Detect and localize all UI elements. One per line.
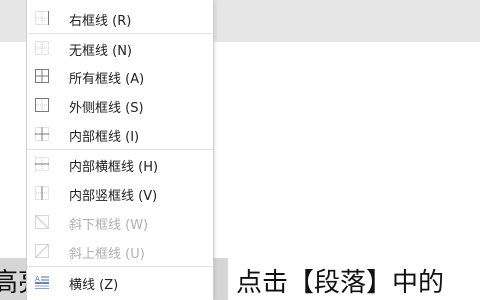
borders-dropdown-menu: 右框线 (R) 无框线 (N) 所有框线 (A) 外侧框线 (S) 内部框线 (… xyxy=(26,0,214,300)
border-inside-icon xyxy=(35,127,49,141)
border-inside-vertical-icon xyxy=(35,186,49,200)
border-right-icon xyxy=(35,11,49,25)
horizontal-line-icon: A xyxy=(35,275,49,289)
menu-item-diagonal-down-border: 斜下框线 (W) xyxy=(27,208,213,236)
border-all-icon xyxy=(35,69,49,83)
border-inside-horizontal-icon xyxy=(35,157,49,171)
menu-item-label: 横线 (Z) xyxy=(69,278,119,293)
menu-item-label: 所有框线 (A) xyxy=(69,72,145,87)
menu-item-label: 斜上框线 (U) xyxy=(69,247,145,262)
menu-item-inside-horizontal-borders[interactable]: 内部横框线 (H) xyxy=(27,150,213,178)
menu-item-all-borders[interactable]: 所有框线 (A) xyxy=(27,62,213,90)
menu-separator xyxy=(27,266,213,267)
border-none-icon xyxy=(35,41,49,55)
menu-item-horizontal-line[interactable]: A 横线 (Z) xyxy=(27,268,213,296)
menu-item-inside-vertical-borders[interactable]: 内部竖框线 (V) xyxy=(27,179,213,207)
document-text-right: 点击【段落】中的 xyxy=(236,268,445,298)
menu-item-label: 外侧框线 (S) xyxy=(69,101,144,116)
border-outside-icon xyxy=(35,98,49,112)
menu-item-label: 无框线 (N) xyxy=(69,44,133,59)
menu-item-diagonal-up-border: 斜上框线 (U) xyxy=(27,237,213,265)
menu-item-label: 斜下框线 (W) xyxy=(69,218,149,233)
menu-item-label: 右框线 (R) xyxy=(69,14,132,29)
border-diagonal-up-icon xyxy=(35,244,49,258)
menu-item-right-border[interactable]: 右框线 (R) xyxy=(27,4,213,32)
menu-item-label: 内部横框线 (H) xyxy=(69,160,159,175)
menu-item-no-border[interactable]: 无框线 (N) xyxy=(27,34,213,62)
menu-item-outside-borders[interactable]: 外侧框线 (S) xyxy=(27,91,213,119)
menu-item-label: 内部竖框线 (V) xyxy=(69,189,158,204)
svg-text:A: A xyxy=(35,275,40,283)
menu-item-inside-borders[interactable]: 内部框线 (I) xyxy=(27,120,213,148)
menu-item-label: 内部框线 (I) xyxy=(69,130,140,145)
border-diagonal-down-icon xyxy=(35,215,49,229)
